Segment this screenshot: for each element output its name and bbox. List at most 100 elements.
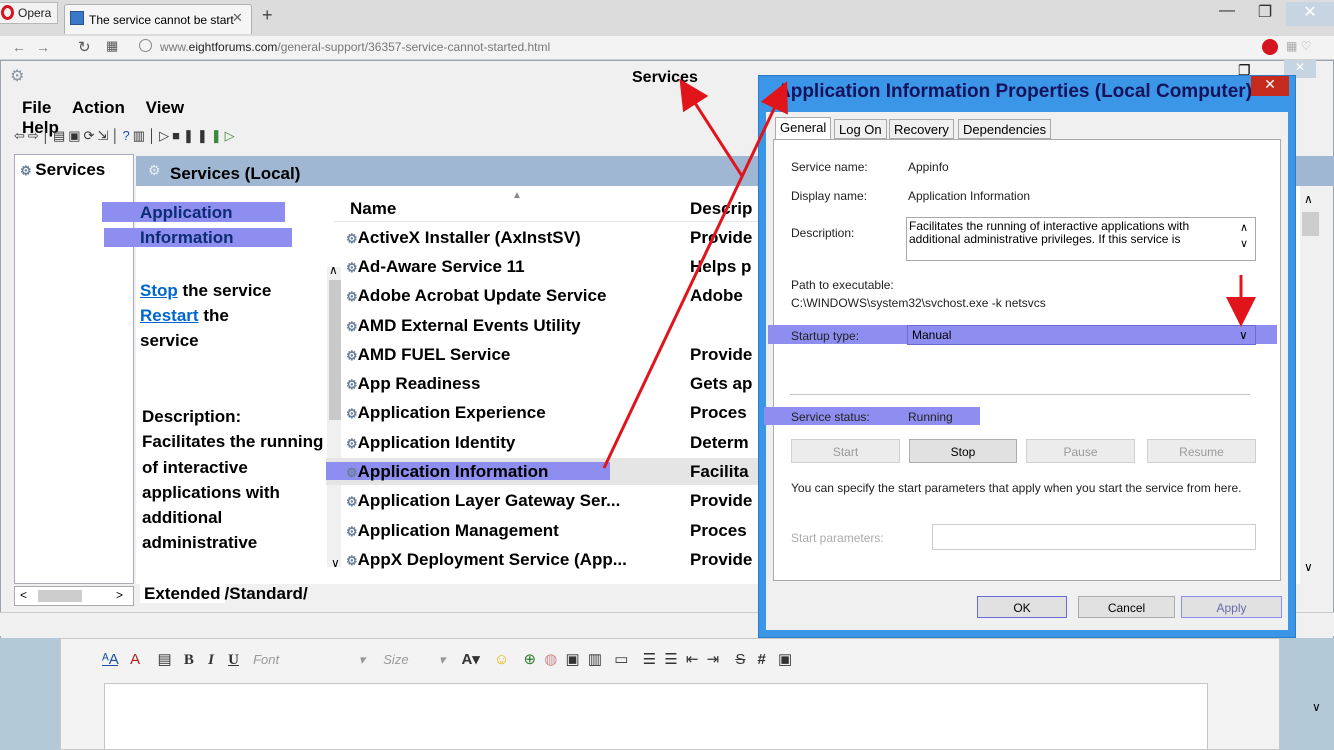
service-row[interactable]: ⚙App Readiness Gets ap <box>346 374 766 403</box>
column-header-name[interactable]: Name <box>350 199 396 219</box>
font-select[interactable]: Font ▾ <box>253 652 365 668</box>
help-icon[interactable]: ? <box>122 128 132 143</box>
underline-icon[interactable]: U <box>228 652 239 668</box>
ok-button[interactable]: OK <box>977 596 1067 618</box>
extensions-icon[interactable]: ▦ ♡ <box>1286 39 1311 53</box>
new-tab-button[interactable]: + <box>262 5 273 26</box>
video-icon[interactable]: ▥ <box>588 651 602 668</box>
apply-button[interactable]: Apply <box>1181 596 1282 618</box>
chevron-down-icon[interactable]: ∨ <box>1239 328 1248 342</box>
service-row[interactable]: ⚙Application Layer Gateway Ser... Provide <box>346 491 766 520</box>
list-scrollbar-thumb[interactable] <box>1302 212 1319 236</box>
scroll-up-icon[interactable]: ∧ <box>329 263 338 277</box>
service-row[interactable]: ⚙Adobe Acrobat Update Service Adobe <box>346 286 766 315</box>
refresh-icon[interactable]: ⟳ <box>84 128 98 143</box>
url-field[interactable]: www.eightforums.com/general-support/3635… <box>160 40 550 54</box>
scroll-down-icon[interactable]: ∨ <box>331 556 340 570</box>
restart-link-text: the <box>198 306 229 325</box>
tab-standard[interactable]: Standard <box>229 584 303 603</box>
back-forward-icon[interactable]: ←→ <box>12 39 60 55</box>
stop-service-link[interactable]: Stop <box>140 281 178 300</box>
code-icon[interactable]: ▣ <box>778 651 792 668</box>
quote-icon[interactable]: ▭ <box>614 651 628 668</box>
dialog-close-icon[interactable]: ✕ <box>1251 76 1289 96</box>
column-header-description[interactable]: Descrip <box>690 199 752 219</box>
pause-service-icon[interactable]: ❚❚ <box>183 128 211 143</box>
site-info-icon[interactable] <box>139 39 152 52</box>
service-row-selected[interactable]: ⚙Application Information Facilita <box>346 462 766 491</box>
menu-action[interactable]: Action <box>72 98 125 117</box>
menu-view[interactable]: View <box>146 98 184 117</box>
ordered-list-icon[interactable]: ☰ <box>643 651 656 668</box>
smiley-icon[interactable]: ☺ <box>494 651 509 668</box>
size-select[interactable]: Size ▾ <box>383 652 445 668</box>
tab-general[interactable]: General <box>775 117 832 140</box>
list-scroll-down-icon[interactable]: ∨ <box>1304 560 1313 574</box>
start-button[interactable]: Start <box>791 439 900 463</box>
page-scroll-down-icon[interactable]: ∨ <box>1312 700 1321 714</box>
menu-file[interactable]: File <box>22 98 51 117</box>
resume-button[interactable]: Resume <box>1147 439 1256 463</box>
highlight-color-icon[interactable]: A <box>130 651 139 668</box>
service-row[interactable]: ⚙Ad-Aware Service 11 Helps p <box>346 257 766 286</box>
maximize-icon[interactable]: ❐ <box>1250 2 1280 26</box>
pause-button[interactable]: Pause <box>1026 439 1135 463</box>
outdent-icon[interactable]: ⇤ <box>686 651 699 668</box>
tab-dependencies[interactable]: Dependencies <box>958 119 1052 139</box>
cancel-button[interactable]: Cancel <box>1078 596 1175 618</box>
link-icon[interactable]: ⊕ <box>523 651 536 668</box>
view-icon[interactable]: ▥ <box>133 128 148 143</box>
service-row[interactable]: ⚙Application Management Proces <box>346 521 766 550</box>
minimize-icon[interactable]: — <box>1212 2 1242 26</box>
indent-icon[interactable]: ⇥ <box>707 651 720 668</box>
console-tree-icon[interactable]: ▤ <box>53 128 68 143</box>
italic-icon[interactable]: I <box>208 652 214 668</box>
tab-extended[interactable]: Extended <box>140 584 225 603</box>
image-icon[interactable]: ▣ <box>566 651 580 668</box>
editor-text-area[interactable] <box>104 683 1208 750</box>
back-icon[interactable]: ⇦ <box>14 128 28 143</box>
hscroll-left-icon[interactable]: < <box>20 588 27 602</box>
tab-recovery[interactable]: Recovery <box>889 119 954 139</box>
hscroll-thumb[interactable] <box>38 590 82 602</box>
description-scroll-icon[interactable]: ∧ ∨ <box>1240 220 1248 252</box>
stop-service-icon[interactable]: ■ <box>172 128 183 143</box>
startup-type-select[interactable]: Manual <box>907 325 1256 345</box>
hash-icon[interactable]: # <box>758 651 766 668</box>
service-row[interactable]: ⚙ActiveX Installer (AxInstSV) Provide <box>346 228 766 257</box>
start-service-icon[interactable]: ▷ <box>159 128 172 143</box>
unlink-icon[interactable]: ◍ <box>544 651 557 668</box>
start-params-input[interactable] <box>932 524 1256 550</box>
text-size-icon[interactable]: A▾ <box>461 651 479 668</box>
description-field[interactable]: Facilitates the running of interactive a… <box>906 217 1256 261</box>
properties-icon[interactable]: ▣ <box>68 128 83 143</box>
stop-button[interactable]: Stop <box>909 439 1017 463</box>
close-window-icon[interactable]: ✕ <box>1286 2 1334 26</box>
service-row[interactable]: ⚙AMD FUEL Service Provide <box>346 345 766 374</box>
service-row[interactable]: ⚙AppX Deployment Service (App... Provide <box>346 550 766 579</box>
browser-tab[interactable]: The service cannot be start <box>64 4 252 34</box>
strikethrough-icon[interactable]: S <box>735 651 745 668</box>
service-row[interactable]: ⚙Application Experience Proces <box>346 403 766 432</box>
adblock-icon[interactable] <box>1262 39 1278 55</box>
paste-icon[interactable]: ▤ <box>158 651 172 668</box>
bold-icon[interactable]: B <box>184 652 194 668</box>
resume-service-icon[interactable]: ❚▷ <box>211 128 238 143</box>
tab-close-icon[interactable]: ✕ <box>232 10 243 26</box>
unordered-list-icon[interactable]: ☰ <box>664 651 677 668</box>
tree-item-services[interactable]: ⚙ Services <box>20 160 105 180</box>
export-icon[interactable]: ⇲ <box>97 128 111 143</box>
restart-service-link[interactable]: Restart <box>140 306 199 325</box>
font-color-icon[interactable]: ᴬA <box>102 651 118 668</box>
forward-icon[interactable]: ⇨ <box>28 128 42 143</box>
tab-log-on[interactable]: Log On <box>834 119 887 139</box>
info-scrollbar-thumb[interactable] <box>329 280 341 420</box>
speed-dial-icon[interactable]: ▦ <box>106 38 118 54</box>
list-scroll-up-icon[interactable]: ∧ <box>1304 192 1313 206</box>
service-row[interactable]: ⚙AMD External Events Utility <box>346 316 766 345</box>
service-row[interactable]: ⚙Application Identity Determ <box>346 433 766 462</box>
reload-icon[interactable]: ↻ <box>78 38 91 56</box>
dialog-title: Application Information Properties (Loca… <box>777 81 1253 102</box>
hscroll-right-icon[interactable]: > <box>116 588 123 602</box>
list-scrollbar[interactable] <box>1300 186 1322 584</box>
